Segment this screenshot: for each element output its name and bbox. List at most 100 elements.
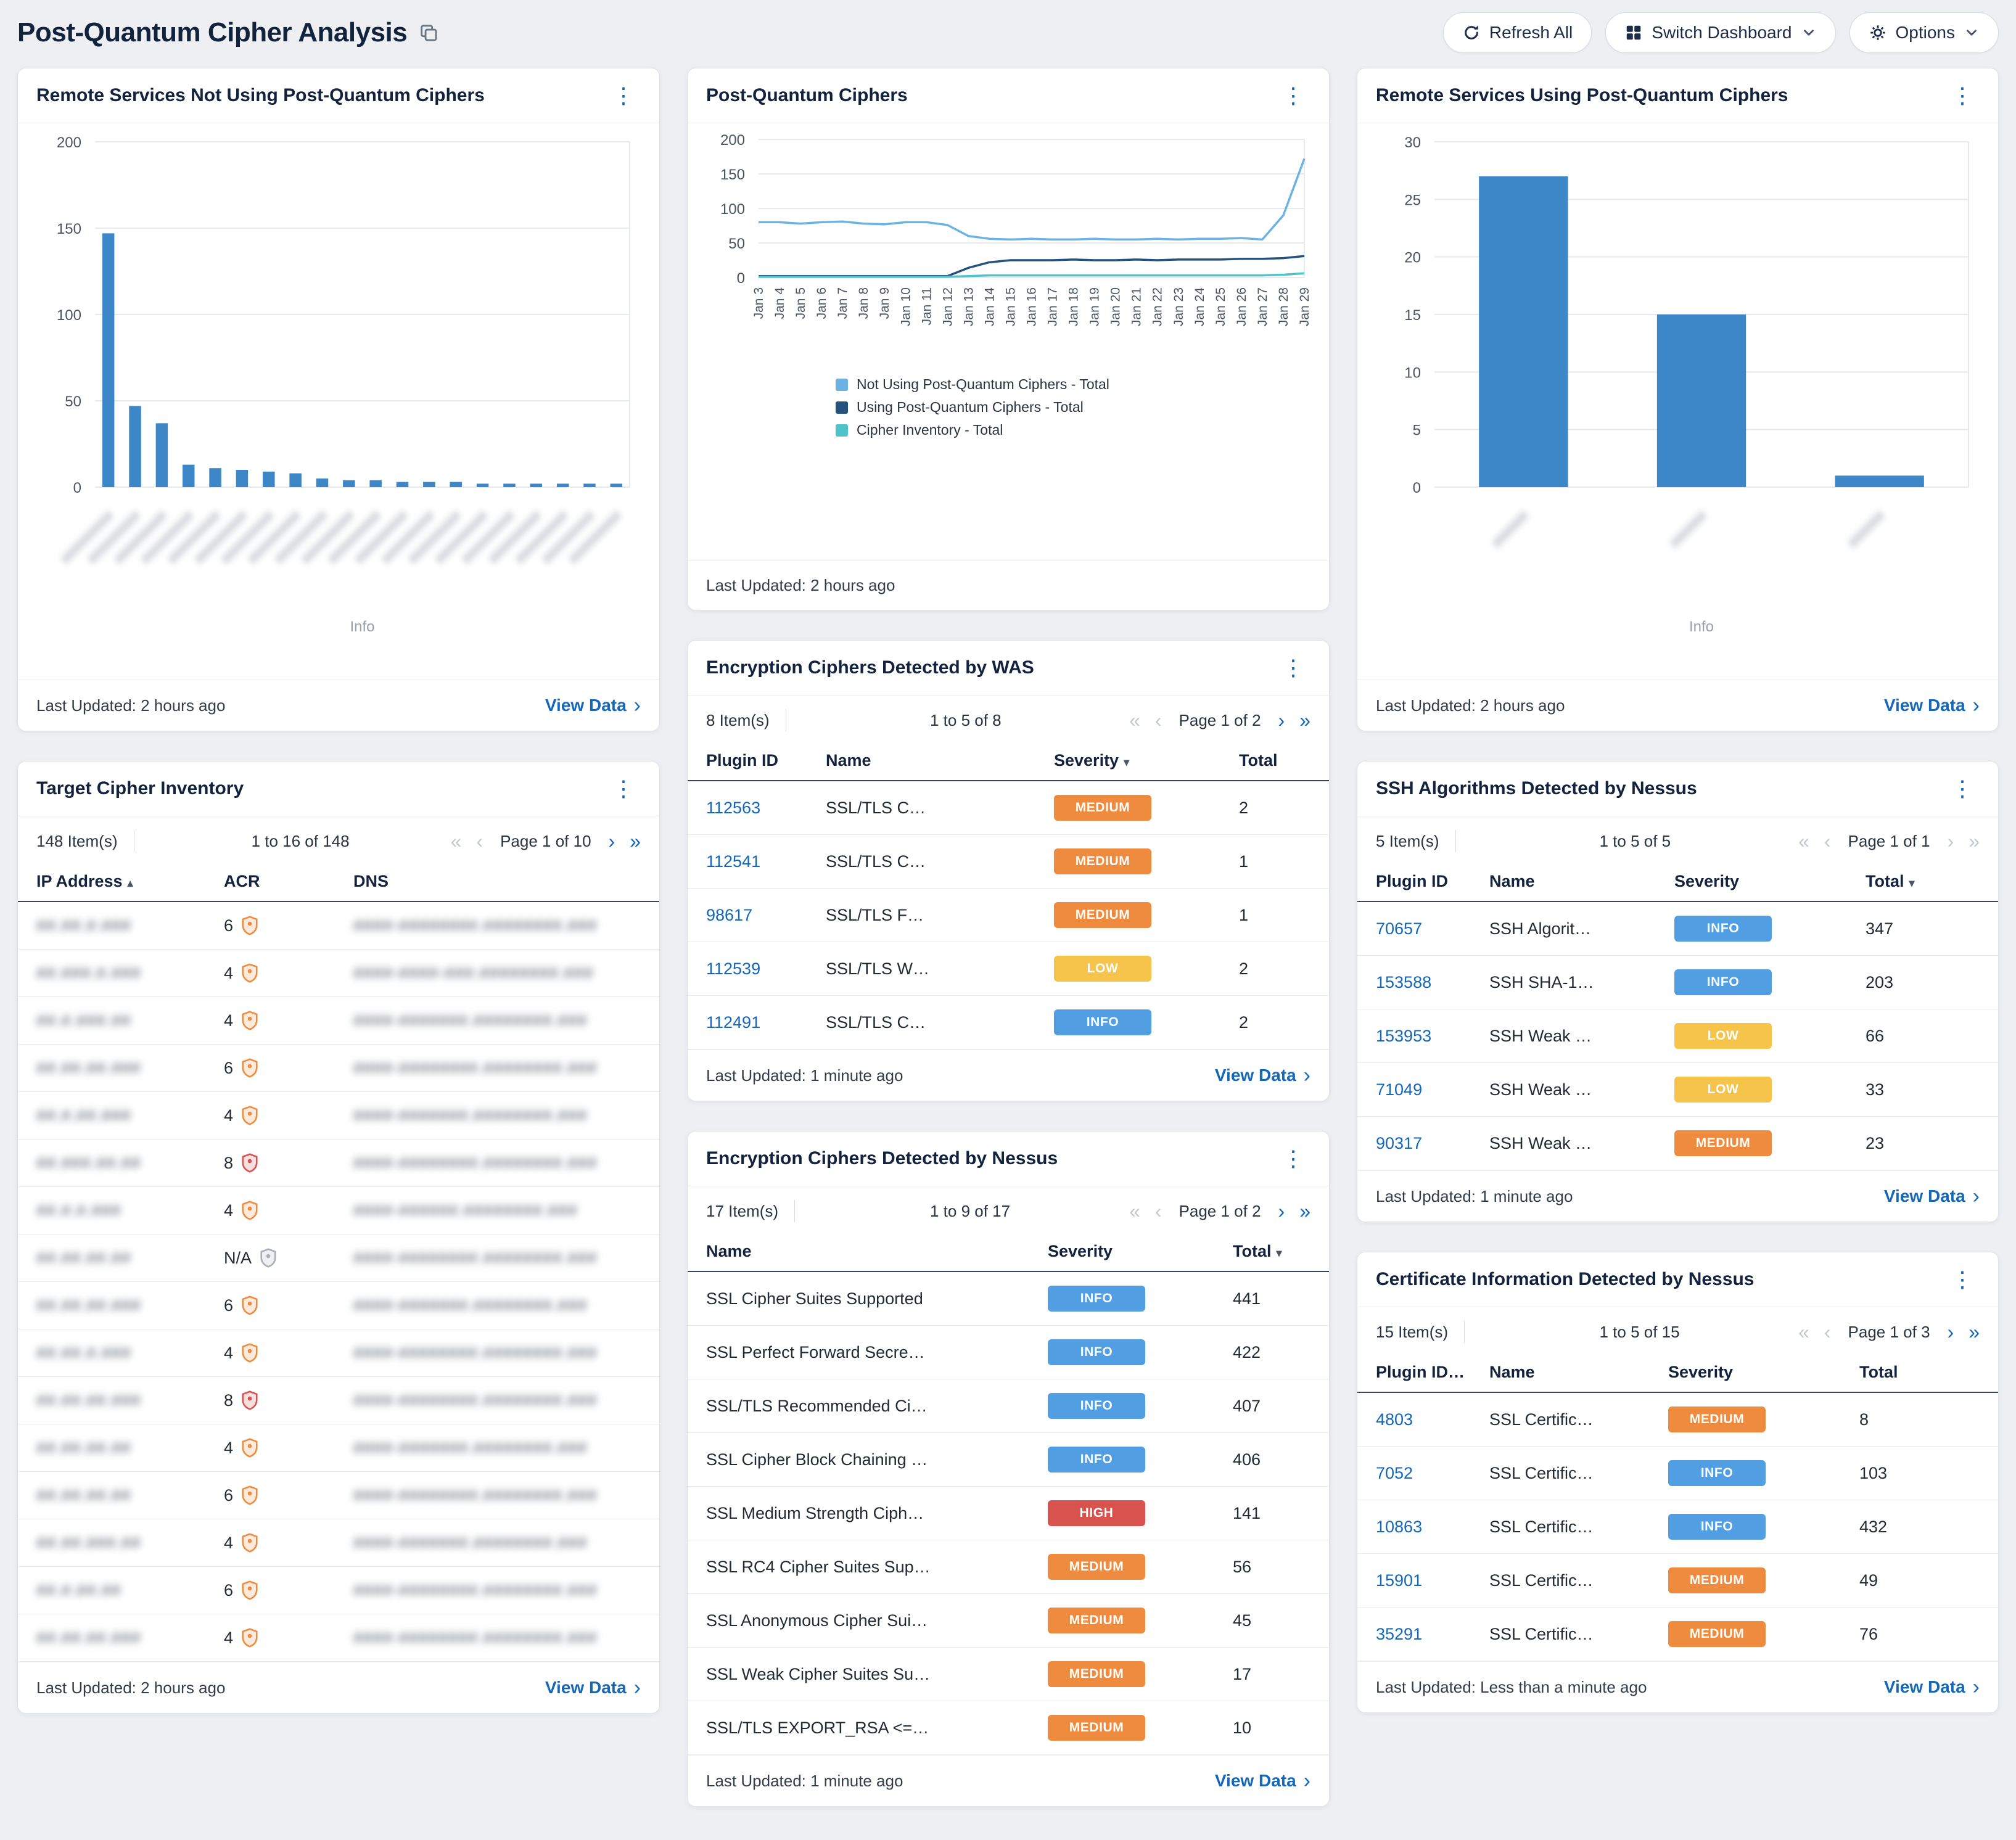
view-data-link[interactable]: View Data› [1215, 1065, 1310, 1086]
pagination-prev-button[interactable]: ‹ [1824, 831, 1831, 851]
table-row[interactable]: 10863SSL Certific…INFO432 [1357, 1500, 1998, 1554]
pagination-prev-button[interactable]: ‹ [1155, 710, 1162, 730]
table-row[interactable]: 112541SSL/TLS C…MEDIUM1 [688, 835, 1329, 889]
pagination-last-button[interactable]: » [1969, 831, 1980, 851]
column-header-name[interactable]: Name [688, 1232, 1039, 1271]
plugin_id-link[interactable]: 4803 [1376, 1410, 1413, 1429]
table-row[interactable]: ##.#.#.###4####-######.########.### [18, 1187, 659, 1234]
pagination-last-button[interactable]: » [1299, 1201, 1310, 1221]
kebab-menu-icon[interactable]: ⋮ [1945, 84, 1980, 107]
column-header-plugin_id[interactable]: Plugin ID [1357, 862, 1481, 902]
plugin_id-link[interactable]: 35291 [1376, 1625, 1422, 1643]
table-row[interactable]: ##.##.##.###6####-########.########.### [18, 1045, 659, 1092]
view-data-link[interactable]: View Data› [545, 1677, 641, 1698]
table-row[interactable]: 4803SSL Certific…MEDIUM8 [1357, 1392, 1998, 1447]
kebab-menu-icon[interactable]: ⋮ [606, 84, 641, 107]
column-header-plugin_id[interactable]: Plugin ID… [1357, 1353, 1481, 1392]
pagination-prev-button[interactable]: ‹ [1824, 1322, 1831, 1342]
column-header-name[interactable]: Name [1481, 862, 1666, 902]
table-row[interactable]: 71049SSH Weak …LOW33 [1357, 1063, 1998, 1117]
table-row[interactable]: SSL/TLS EXPORT_RSA <=…MEDIUM10 [688, 1701, 1329, 1755]
kebab-menu-icon[interactable]: ⋮ [606, 778, 641, 800]
table-row[interactable]: 90317SSH Weak …MEDIUM23 [1357, 1117, 1998, 1170]
table-row[interactable]: SSL Weak Cipher Suites Su…MEDIUM17 [688, 1648, 1329, 1701]
kebab-menu-icon[interactable]: ⋮ [1276, 84, 1310, 107]
pagination-first-button[interactable]: « [1798, 831, 1809, 851]
column-header-ip[interactable]: IP Address▴ [18, 862, 215, 902]
column-header-severity[interactable]: Severity▾ [1045, 741, 1230, 781]
pagination-last-button[interactable]: » [1299, 710, 1310, 730]
plugin_id-link[interactable]: 112539 [706, 959, 760, 978]
copy-icon[interactable] [418, 22, 439, 43]
pagination-prev-button[interactable]: ‹ [476, 831, 483, 851]
column-header-dns[interactable]: DNS [345, 862, 659, 902]
table-row[interactable]: ##.#.##.###4####-#######.########.### [18, 1092, 659, 1140]
kebab-menu-icon[interactable]: ⋮ [1276, 657, 1310, 679]
table-row[interactable]: ##.##.##.###8####-########.########.### [18, 1377, 659, 1424]
pagination-last-button[interactable]: » [1969, 1322, 1980, 1342]
table-row[interactable]: ##.#.##.##6####-########.########.### [18, 1567, 659, 1614]
kebab-menu-icon[interactable]: ⋮ [1945, 778, 1980, 800]
column-header-severity[interactable]: Severity [1666, 862, 1857, 902]
plugin_id-link[interactable]: 153953 [1376, 1027, 1431, 1045]
plugin_id-link[interactable]: 10863 [1376, 1518, 1422, 1536]
kebab-menu-icon[interactable]: ⋮ [1276, 1148, 1310, 1170]
column-header-acr[interactable]: ACR [215, 862, 345, 902]
pagination-next-button[interactable]: › [1278, 1201, 1285, 1221]
table-row[interactable]: 70657SSH Algorit…INFO347 [1357, 902, 1998, 956]
pagination-next-button[interactable]: › [1948, 1322, 1954, 1342]
table-row[interactable]: 112491SSL/TLS C…INFO2 [688, 996, 1329, 1049]
view-data-link[interactable]: View Data› [1884, 1186, 1980, 1207]
table-row[interactable]: ##.##.##.###4####-########.########.### [18, 1614, 659, 1662]
pagination-first-button[interactable]: « [451, 831, 462, 851]
column-header-total[interactable]: Total▾ [1857, 862, 1998, 902]
plugin_id-link[interactable]: 70657 [1376, 919, 1422, 938]
refresh-all-button[interactable]: Refresh All [1443, 12, 1592, 53]
plugin_id-link[interactable]: 98617 [706, 906, 752, 924]
column-header-total[interactable]: Total▾ [1224, 1232, 1329, 1271]
table-row[interactable]: 35291SSL Certific…MEDIUM76 [1357, 1608, 1998, 1661]
table-row[interactable]: ##.##.##.##4####-#######.########.### [18, 1424, 659, 1472]
table-row[interactable]: 15901SSL Certific…MEDIUM49 [1357, 1554, 1998, 1608]
pagination-prev-button[interactable]: ‹ [1155, 1201, 1162, 1221]
view-data-link[interactable]: View Data› [1884, 1677, 1980, 1698]
plugin_id-link[interactable]: 90317 [1376, 1134, 1422, 1152]
column-header-name[interactable]: Name [817, 741, 1045, 781]
table-row[interactable]: SSL Perfect Forward Secre…INFO422 [688, 1326, 1329, 1379]
view-data-link[interactable]: View Data› [1884, 695, 1980, 716]
table-row[interactable]: SSL RC4 Cipher Suites Sup…MEDIUM56 [688, 1540, 1329, 1594]
table-row[interactable]: 112563SSL/TLS C…MEDIUM2 [688, 781, 1329, 835]
table-row[interactable]: ##.##.#.###4####-########.########.### [18, 1329, 659, 1377]
table-row[interactable]: SSL Cipher Block Chaining …INFO406 [688, 1433, 1329, 1487]
options-button[interactable]: Options [1849, 12, 1999, 53]
table-row[interactable]: 112539SSL/TLS W…LOW2 [688, 942, 1329, 996]
column-header-name[interactable]: Name [1481, 1353, 1660, 1392]
table-row[interactable]: 98617SSL/TLS F…MEDIUM1 [688, 889, 1329, 942]
table-row[interactable]: ##.###.##.##8####-########.########.### [18, 1140, 659, 1187]
column-header-total[interactable]: Total [1851, 1353, 1998, 1392]
pagination-next-button[interactable]: › [1948, 831, 1954, 851]
table-row[interactable]: SSL Anonymous Cipher Sui…MEDIUM45 [688, 1594, 1329, 1648]
table-row[interactable]: 7052SSL Certific…INFO103 [1357, 1447, 1998, 1500]
view-data-link[interactable]: View Data› [1215, 1770, 1310, 1791]
column-header-plugin_id[interactable]: Plugin ID [688, 741, 817, 781]
table-row[interactable]: ##.##.##.##N/A####-########.########.### [18, 1234, 659, 1282]
table-row[interactable]: 153953SSH Weak …LOW66 [1357, 1009, 1998, 1063]
plugin_id-link[interactable]: 71049 [1376, 1080, 1422, 1099]
view-data-link[interactable]: View Data› [545, 695, 641, 716]
table-row[interactable]: ##.###.#.###4####-####-###.########.### [18, 950, 659, 997]
pagination-last-button[interactable]: » [630, 831, 641, 851]
column-header-severity[interactable]: Severity [1039, 1232, 1224, 1271]
switch-dashboard-button[interactable]: Switch Dashboard [1605, 12, 1835, 53]
table-row[interactable]: ##.#.###.##4####-#######.########.### [18, 997, 659, 1045]
plugin_id-link[interactable]: 7052 [1376, 1464, 1413, 1482]
plugin_id-link[interactable]: 112541 [706, 852, 760, 871]
table-row[interactable]: ##.##.##.##6####-########.########.### [18, 1472, 659, 1519]
plugin_id-link[interactable]: 15901 [1376, 1571, 1422, 1590]
pagination-next-button[interactable]: › [1278, 710, 1285, 730]
column-header-severity[interactable]: Severity [1660, 1353, 1851, 1392]
pagination-first-button[interactable]: « [1129, 710, 1140, 730]
table-row[interactable]: ##.##.#.###6####-########.########.### [18, 902, 659, 950]
column-header-total[interactable]: Total [1230, 741, 1329, 781]
pagination-first-button[interactable]: « [1798, 1322, 1809, 1342]
